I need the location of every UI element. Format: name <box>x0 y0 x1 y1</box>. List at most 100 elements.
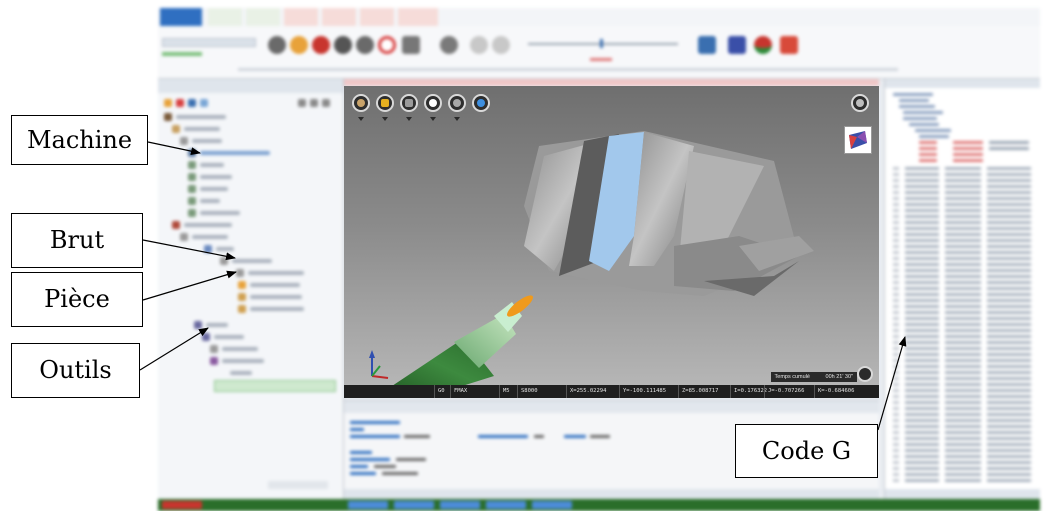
toolbar-icon[interactable] <box>322 99 330 107</box>
ribbon-button[interactable] <box>440 36 458 54</box>
impeller-part <box>524 131 814 296</box>
panel-tabs[interactable] <box>885 489 1040 499</box>
ribbon-button[interactable] <box>402 36 420 54</box>
bottom-taskbar <box>158 499 1040 511</box>
toolbar-icon[interactable] <box>176 99 184 107</box>
callout-code-g: Code G <box>735 424 878 478</box>
tree-node[interactable] <box>200 163 224 167</box>
tree-node-icon <box>172 125 180 133</box>
group-labels <box>238 68 898 71</box>
gcode-column <box>987 167 1031 485</box>
tree-node[interactable] <box>200 175 232 179</box>
tree-node[interactable] <box>222 359 264 363</box>
tree-node-icon <box>194 321 202 329</box>
playback-icon[interactable] <box>857 366 873 382</box>
ribbon-button[interactable] <box>728 36 746 54</box>
status-motion: G0 <box>434 385 448 398</box>
tree-node-icon <box>188 197 196 205</box>
ribbon-tab[interactable] <box>360 8 394 26</box>
machine-selector[interactable] <box>162 38 256 47</box>
panel-footer-buttons[interactable] <box>268 481 328 489</box>
ribbon-button[interactable] <box>492 36 510 54</box>
status-k: K=-0.684606 <box>814 385 857 398</box>
tree-node[interactable] <box>200 211 240 215</box>
tree-node[interactable] <box>222 347 258 351</box>
ribbon-button[interactable] <box>356 36 374 54</box>
tree-node-machine[interactable] <box>200 151 270 155</box>
tree-node[interactable] <box>200 187 228 191</box>
tree-node-outils[interactable] <box>214 335 244 339</box>
gcode-line <box>953 153 983 156</box>
tree-node-icon <box>188 161 196 169</box>
detail-value <box>382 472 418 475</box>
ribbon-tab[interactable] <box>284 8 318 26</box>
ribbon-button[interactable] <box>378 36 396 54</box>
file-tab[interactable] <box>160 8 202 26</box>
tree-node-icon <box>210 357 218 365</box>
ribbon-button[interactable] <box>312 36 330 54</box>
tree-node[interactable] <box>250 295 302 299</box>
elapsed-label: Temps cumulé <box>774 374 810 380</box>
task-item[interactable] <box>162 501 202 509</box>
viewport-header <box>344 79 879 86</box>
tree-node[interactable] <box>184 223 232 227</box>
task-item[interactable] <box>394 501 434 509</box>
gcode-line-numbers <box>893 167 899 485</box>
tree-node[interactable] <box>192 139 222 143</box>
ribbon-tab[interactable] <box>246 8 280 26</box>
ribbon-tab[interactable] <box>208 8 242 26</box>
machining-scene <box>369 131 814 398</box>
ribbon-tab[interactable] <box>398 8 438 26</box>
ribbon-button[interactable] <box>754 36 772 54</box>
detail-label <box>478 435 528 438</box>
tree-node-icon <box>180 233 188 241</box>
toolbar-icon[interactable] <box>310 99 318 107</box>
ribbon-button[interactable] <box>334 36 352 54</box>
ribbon-button[interactable] <box>780 36 798 54</box>
tree-node-icon <box>210 345 218 353</box>
toolbar-icon[interactable] <box>188 99 196 107</box>
slider-handle[interactable] <box>600 39 603 48</box>
ribbon-button[interactable] <box>268 36 286 54</box>
detail-label <box>350 465 368 468</box>
tree-node[interactable] <box>230 371 252 375</box>
gcode-line <box>909 123 939 126</box>
tree-node[interactable] <box>184 127 220 131</box>
tree-node[interactable] <box>176 115 226 119</box>
simulation-slider[interactable] <box>528 43 678 45</box>
task-item[interactable] <box>440 501 480 509</box>
detail-label <box>350 451 372 454</box>
ribbon-button[interactable] <box>470 36 488 54</box>
selected-tree-row[interactable] <box>214 380 336 392</box>
tree-node[interactable] <box>192 235 228 239</box>
task-item[interactable] <box>486 501 526 509</box>
ribbon-tab[interactable] <box>322 8 356 26</box>
tree-node[interactable] <box>206 323 228 327</box>
toolbar-icon[interactable] <box>298 99 306 107</box>
detail-value <box>590 435 610 438</box>
task-item[interactable] <box>532 501 572 509</box>
tree-node-icon <box>188 185 196 193</box>
gcode-line <box>953 147 983 150</box>
detail-label <box>564 435 586 438</box>
tree-node-brut[interactable] <box>232 259 272 263</box>
toolbar-icon[interactable] <box>200 99 208 107</box>
tree-node-piece[interactable] <box>250 283 300 287</box>
simulation-viewport[interactable]: Temps cumulé 00h 21' 30" G0 FMAX M5 S800… <box>344 86 879 398</box>
gcode-line <box>893 93 933 96</box>
task-item[interactable] <box>348 501 388 509</box>
tree-node[interactable] <box>248 271 304 275</box>
callout-outils: Outils <box>11 343 140 398</box>
toolbar-icon[interactable] <box>164 99 172 107</box>
ribbon-button[interactable] <box>290 36 308 54</box>
panel-header <box>158 79 343 93</box>
ribbon-button[interactable] <box>698 36 716 54</box>
tree-node[interactable] <box>216 247 234 251</box>
panel-header <box>344 401 879 413</box>
gcode-column <box>905 167 939 485</box>
gcode-line <box>899 105 935 108</box>
detail-value <box>534 435 544 438</box>
tree-node-icon <box>238 293 246 301</box>
tree-node[interactable] <box>250 307 304 311</box>
tree-node[interactable] <box>200 199 220 203</box>
